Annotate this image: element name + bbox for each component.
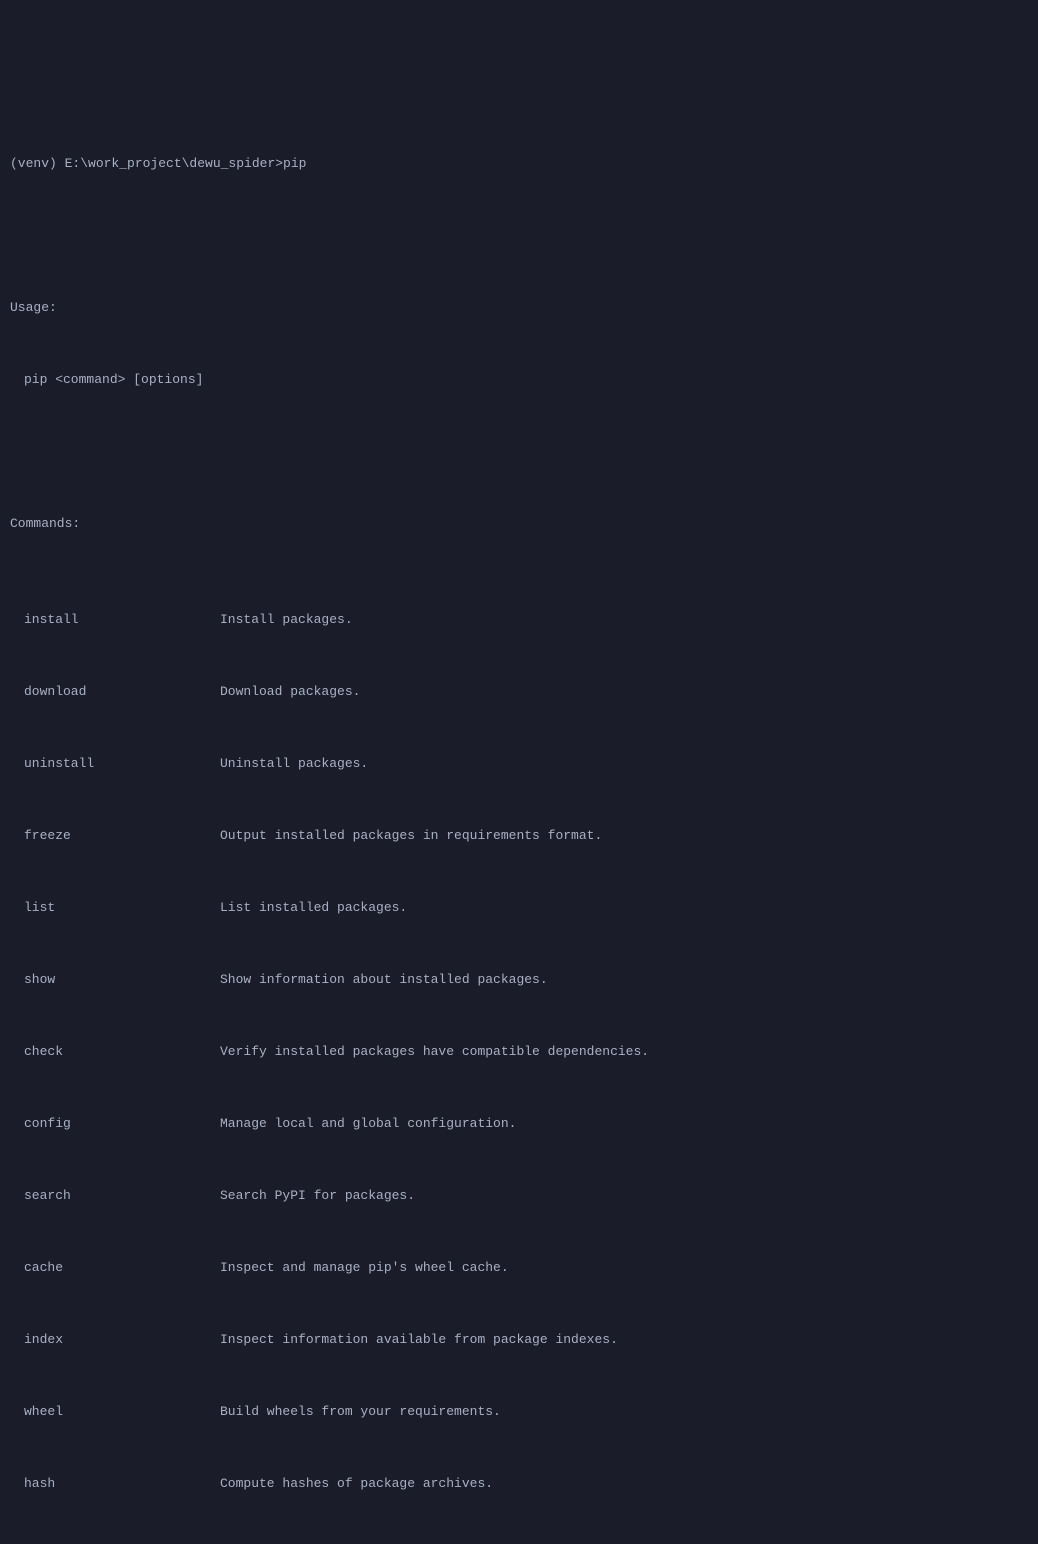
command-name: cache (10, 1256, 220, 1280)
command-desc: Uninstall packages. (220, 752, 368, 776)
command-desc: Show information about installed package… (220, 968, 548, 992)
command-desc: Inspect and manage pip's wheel cache. (220, 1256, 509, 1280)
command-name: download (10, 680, 220, 704)
blank-line (10, 224, 1028, 248)
command-desc: Install packages. (220, 608, 353, 632)
command-row: downloadDownload packages. (10, 680, 1028, 704)
usage-line: pip <command> [options] (10, 368, 1028, 392)
command-name: index (10, 1328, 220, 1352)
command-desc: Build wheels from your requirements. (220, 1400, 501, 1424)
command-row: wheelBuild wheels from your requirements… (10, 1400, 1028, 1424)
command-row: listList installed packages. (10, 896, 1028, 920)
command-row: uninstallUninstall packages. (10, 752, 1028, 776)
command-row: showShow information about installed pac… (10, 968, 1028, 992)
command-row: installInstall packages. (10, 608, 1028, 632)
command-name: uninstall (10, 752, 220, 776)
command-desc: Compute hashes of package archives. (220, 1472, 493, 1496)
command-desc: Output installed packages in requirement… (220, 824, 602, 848)
blank-line (10, 440, 1028, 464)
command-row: configManage local and global configurat… (10, 1112, 1028, 1136)
command-row: indexInspect information available from … (10, 1328, 1028, 1352)
command-name: config (10, 1112, 220, 1136)
command-name: freeze (10, 824, 220, 848)
command-desc: Manage local and global configuration. (220, 1112, 516, 1136)
command-desc: Search PyPI for packages. (220, 1184, 415, 1208)
command-name: hash (10, 1472, 220, 1496)
command-desc: Verify installed packages have compatibl… (220, 1040, 649, 1064)
command-desc: List installed packages. (220, 896, 407, 920)
command-row: searchSearch PyPI for packages. (10, 1184, 1028, 1208)
commands-header: Commands: (10, 512, 1028, 536)
command-name: search (10, 1184, 220, 1208)
usage-header: Usage: (10, 296, 1028, 320)
command-desc: Download packages. (220, 680, 360, 704)
command-desc: Inspect information available from packa… (220, 1328, 618, 1352)
command-name: install (10, 608, 220, 632)
command-name: show (10, 968, 220, 992)
command-row: cacheInspect and manage pip's wheel cach… (10, 1256, 1028, 1280)
command-row: hashCompute hashes of package archives. (10, 1472, 1028, 1496)
terminal-output: (venv) E:\work_project\dewu_spider>pip U… (10, 104, 1028, 1544)
prompt-line: (venv) E:\work_project\dewu_spider>pip (10, 152, 1028, 176)
command-name: list (10, 896, 220, 920)
command-name: check (10, 1040, 220, 1064)
command-row: checkVerify installed packages have comp… (10, 1040, 1028, 1064)
command-name: wheel (10, 1400, 220, 1424)
command-row: freezeOutput installed packages in requi… (10, 824, 1028, 848)
